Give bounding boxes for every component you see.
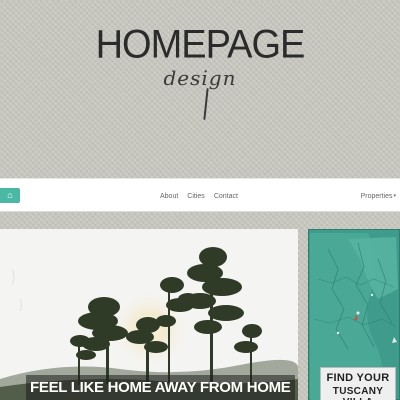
navbar-brand-button[interactable]: ⌂: [0, 188, 20, 203]
site-logo-subtitle: design: [163, 66, 237, 90]
properties-dropdown[interactable]: Properties ▾: [361, 179, 396, 213]
tuscany-villa-promo[interactable]: FIND YOUR TUSCANY VILLA: [308, 229, 400, 400]
site-logo-title[interactable]: HOMEPAGE: [0, 23, 400, 68]
logo-flourish: [203, 87, 209, 121]
hero-caption: FEEL LIKE HOME AWAY FROM HOME: [26, 375, 295, 400]
promo-line-tuscany-villa: TUSCANY VILLA: [332, 386, 384, 400]
nav-links: About Cities Contact: [160, 179, 247, 213]
site-header: HOMEPAGE design: [0, 0, 400, 178]
house-icon: ⌂: [7, 190, 13, 200]
nav-link-cities[interactable]: Cities: [187, 193, 205, 200]
main-navbar: ⌂ About Cities Contact Properties ▾: [0, 178, 400, 212]
chevron-down-icon: ▾: [393, 193, 396, 199]
nav-link-contact[interactable]: Contact: [214, 193, 238, 200]
properties-dropdown-label: Properties: [360, 192, 393, 200]
promo-line-find-your: FIND YOUR: [326, 372, 390, 384]
promo-card[interactable]: FIND YOUR TUSCANY VILLA: [320, 367, 396, 400]
hero-banner[interactable]: FEEL LIKE HOME AWAY FROM HOME: [0, 229, 298, 400]
nav-link-about[interactable]: About: [160, 193, 178, 200]
